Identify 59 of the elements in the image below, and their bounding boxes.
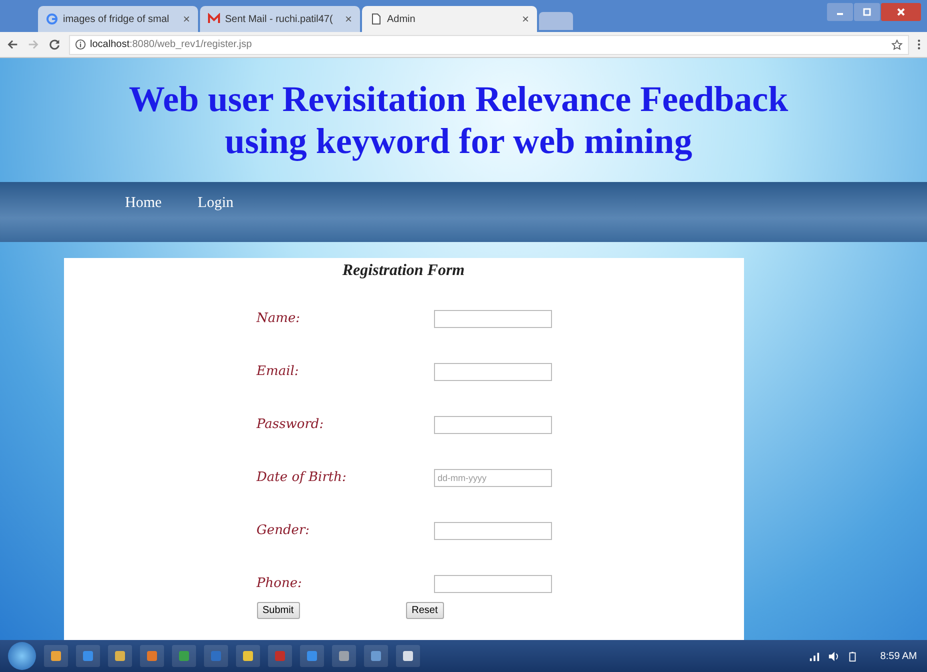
app-icon[interactable] [108, 645, 132, 667]
close-button[interactable] [881, 3, 921, 21]
field-label: Password: [256, 417, 325, 432]
app-icon[interactable] [236, 645, 260, 667]
clock: 8:59 AM [880, 650, 917, 662]
app-icon[interactable] [172, 645, 196, 667]
app-icon[interactable] [140, 645, 164, 667]
maximize-button[interactable] [854, 3, 880, 21]
field-label: Name: [256, 311, 302, 326]
address-bar[interactable]: localhost:8080/web_rev1/register.jsp [69, 34, 909, 54]
google-icon [46, 13, 58, 25]
page-icon [370, 13, 382, 25]
close-icon[interactable]: × [182, 12, 190, 26]
info-icon [75, 39, 86, 50]
app-icon[interactable] [76, 645, 100, 667]
tab-title: Sent Mail - ruchi.patil47( [225, 14, 334, 24]
tab-title: Admin [387, 14, 416, 24]
app-icon[interactable] [332, 645, 356, 667]
start-button[interactable] [8, 642, 36, 670]
url-text: localhost:8080/web_rev1/register.jsp [90, 39, 253, 50]
app-icon[interactable] [44, 645, 68, 667]
browser-tab[interactable]: Admin × [362, 6, 537, 32]
field-label: Phone: [256, 576, 303, 591]
input-field[interactable] [434, 416, 552, 434]
form-button[interactable]: Submit [256, 602, 300, 619]
close-icon [896, 7, 906, 17]
speaker-icon[interactable] [828, 650, 840, 662]
minimize-button[interactable] [827, 3, 853, 21]
star-icon[interactable] [891, 38, 903, 50]
signal-icon[interactable] [809, 650, 820, 662]
tab-title: images of fridge of smal [63, 14, 170, 24]
browser-tab[interactable]: Sent Mail - ruchi.patil47( × [200, 6, 360, 32]
field-label: Date of Birth: [256, 470, 348, 485]
app-icon[interactable] [300, 645, 324, 667]
close-icon[interactable]: × [522, 12, 529, 26]
nav-link[interactable]: Login [198, 194, 234, 212]
form-title: Registration Form [341, 261, 466, 281]
close-icon[interactable]: × [344, 12, 352, 26]
back-icon[interactable] [6, 38, 19, 51]
input-field[interactable] [434, 574, 552, 592]
input-field[interactable] [434, 310, 552, 328]
field-label: Gender: [256, 523, 311, 538]
input-field[interactable] [434, 522, 552, 540]
mail-icon [208, 13, 220, 25]
reload-icon[interactable] [48, 38, 61, 51]
app-icon[interactable] [364, 645, 388, 667]
browser-tab[interactable]: images of fridge of smal × [38, 6, 198, 32]
menu-icon[interactable] [917, 38, 921, 51]
app-icon[interactable] [396, 645, 420, 667]
form-button[interactable]: Reset [406, 602, 444, 619]
site-title: Web user Revisitation Relevance Feedback [128, 78, 788, 120]
site-title: using keyword for web mining [224, 120, 692, 162]
field-label: Email: [256, 364, 300, 379]
input-field[interactable] [434, 362, 552, 380]
forward-icon[interactable] [27, 38, 40, 51]
battery-icon[interactable] [847, 650, 858, 662]
maximize-icon [862, 7, 872, 17]
nav-link[interactable]: Home [125, 194, 162, 212]
input-field[interactable]: dd-mm-yyyy [434, 468, 552, 486]
